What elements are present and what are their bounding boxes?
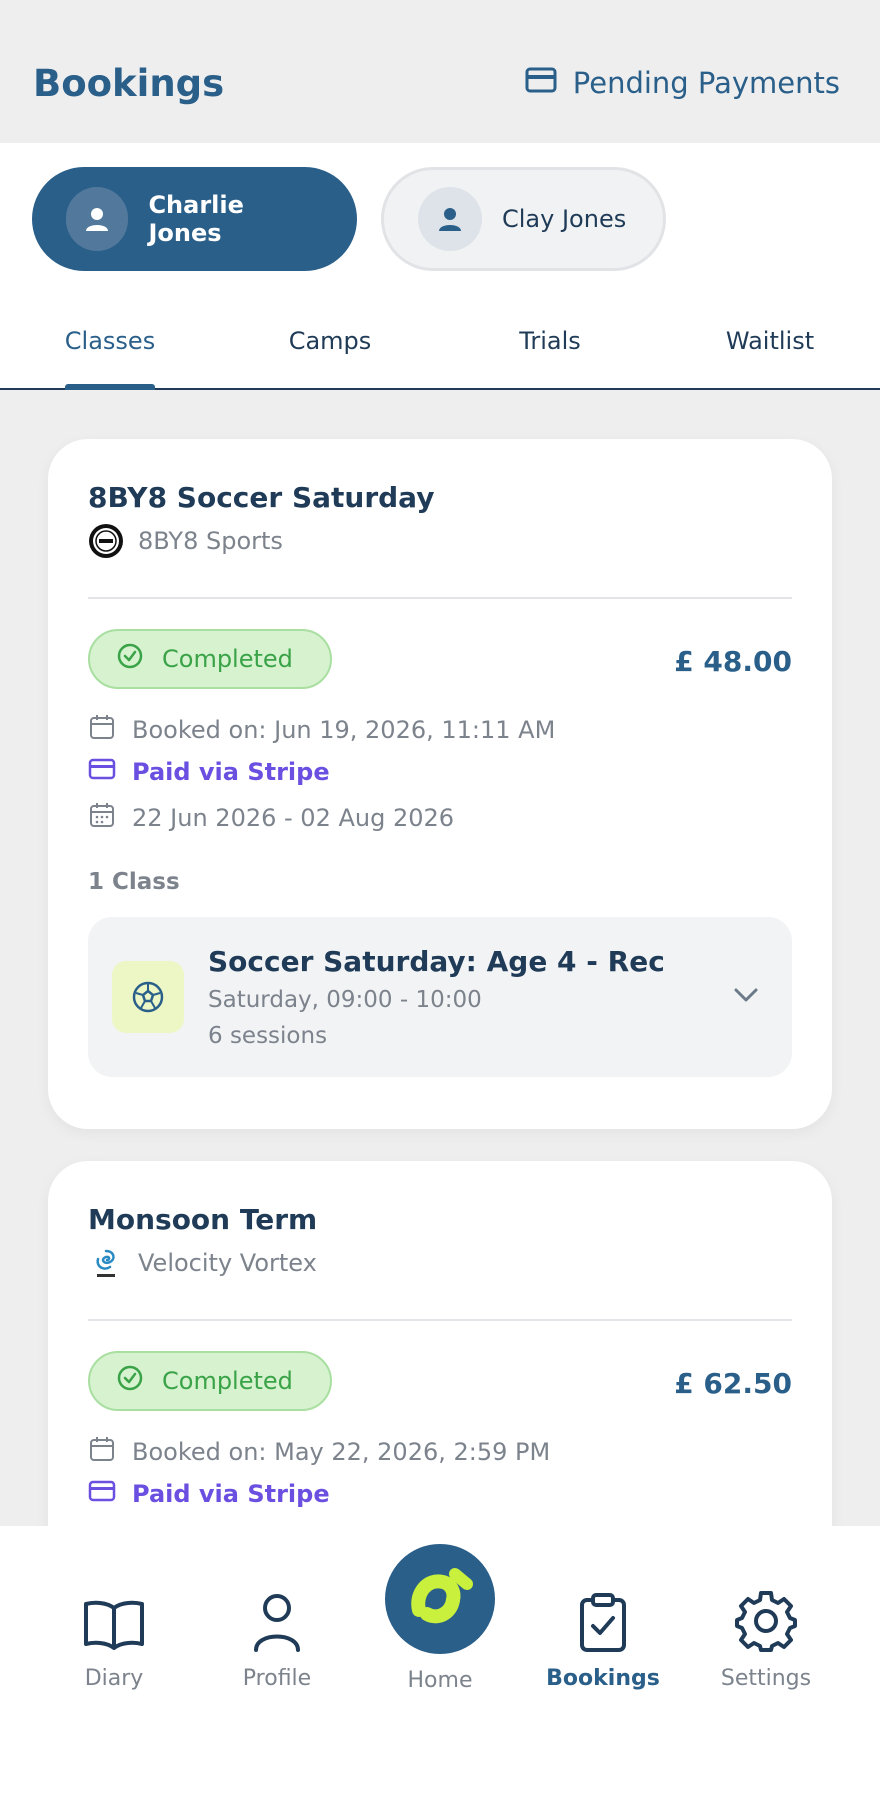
- provider-logo-icon: [88, 1245, 124, 1281]
- booked-on-text: Booked on: May 22, 2026, 2:59 PM: [132, 1438, 551, 1466]
- gear-icon: [696, 1586, 836, 1652]
- class-session-item[interactable]: Soccer Saturday: Age 4 - Rec Saturday, 0…: [88, 917, 792, 1077]
- page-title: Bookings: [33, 62, 225, 105]
- provider-row: 8BY8 Sports: [88, 523, 283, 559]
- person-icon: [418, 187, 482, 251]
- date-range-text: 22 Jun 2026 - 02 Aug 2026: [132, 804, 455, 832]
- app-header: Bookings Pending Payments: [0, 0, 880, 143]
- child-name: Charlie Jones: [148, 191, 244, 247]
- tab-classes[interactable]: Classes: [0, 303, 220, 390]
- calendar-icon: [88, 1435, 116, 1469]
- payment-text: Paid via Stripe: [132, 1480, 330, 1508]
- clipboard-check-icon: [533, 1586, 673, 1652]
- soccer-ball-icon: [112, 961, 184, 1033]
- booked-on-text: Booked on: Jun 19, 2026, 11:11 AM: [132, 716, 556, 744]
- status-label: Completed: [162, 645, 293, 673]
- divider: [88, 1319, 792, 1321]
- status-badge: Completed: [88, 629, 332, 689]
- payment-row: Paid via Stripe: [88, 757, 330, 787]
- provider-name: Velocity Vortex: [138, 1249, 317, 1277]
- booking-tabs: Classes Camps Trials Waitlist: [0, 303, 880, 390]
- check-circle-icon: [116, 642, 144, 676]
- provider-name: 8BY8 Sports: [138, 527, 283, 555]
- home-logo-icon: [397, 1554, 483, 1644]
- nav-bookings-label: Bookings: [546, 1666, 660, 1691]
- nav-diary-label: Diary: [84, 1666, 144, 1691]
- nav-diary[interactable]: Diary: [44, 1586, 184, 1691]
- nav-profile-label: Profile: [242, 1666, 312, 1691]
- user-icon: [207, 1586, 347, 1652]
- nav-bookings[interactable]: Bookings: [533, 1586, 673, 1691]
- child-chip-charlie[interactable]: Charlie Jones: [32, 167, 357, 271]
- child-name: Clay Jones: [502, 205, 627, 233]
- provider-row: Velocity Vortex: [88, 1245, 317, 1281]
- person-icon: [66, 187, 129, 251]
- booked-on-row: Booked on: Jun 19, 2026, 11:11 AM: [88, 713, 555, 747]
- tab-camps[interactable]: Camps: [220, 303, 440, 390]
- nav-home-label: Home: [407, 1668, 473, 1693]
- session-count: 6 sessions: [208, 1023, 328, 1049]
- nav-profile[interactable]: Profile: [207, 1586, 347, 1691]
- payment-row: Paid via Stripe: [88, 1479, 330, 1509]
- credit-card-icon: [88, 1479, 116, 1509]
- booked-on-row: Booked on: May 22, 2026, 2:59 PM: [88, 1435, 550, 1469]
- divider: [88, 597, 792, 599]
- nav-settings-label: Settings: [720, 1666, 812, 1691]
- date-range-row: 22 Jun 2026 - 02 Aug 2026: [88, 801, 454, 835]
- provider-logo-icon: [88, 523, 124, 559]
- status-label: Completed: [162, 1367, 293, 1395]
- payment-text: Paid via Stripe: [132, 758, 330, 786]
- nav-home-button[interactable]: [385, 1544, 495, 1654]
- tab-waitlist[interactable]: Waitlist: [660, 303, 880, 390]
- nav-settings[interactable]: Settings: [696, 1586, 836, 1691]
- credit-card-icon: [88, 757, 116, 787]
- booking-title: 8BY8 Soccer Saturday: [88, 481, 435, 514]
- booking-card[interactable]: 8BY8 Soccer Saturday 8BY8 Sports Complet…: [48, 439, 832, 1129]
- class-count: 1 Class: [88, 869, 180, 895]
- child-chip-clay[interactable]: Clay Jones: [381, 167, 666, 271]
- session-time: Saturday, 09:00 - 10:00: [208, 987, 482, 1013]
- child-and-tab-section: Charlie Jones Clay Jones Classes Camps T…: [0, 143, 880, 390]
- bookings-list[interactable]: 8BY8 Soccer Saturday 8BY8 Sports Complet…: [0, 390, 880, 1526]
- session-name: Soccer Saturday: Age 4 - Rec: [208, 945, 665, 978]
- calendar-dates-icon: [88, 801, 116, 835]
- book-icon: [44, 1586, 184, 1652]
- booking-price: £ 48.00: [674, 645, 792, 678]
- pending-payments-button[interactable]: Pending Payments: [525, 66, 840, 100]
- credit-card-icon: [525, 66, 557, 100]
- booking-price: £ 62.50: [674, 1367, 792, 1400]
- booking-title: Monsoon Term: [88, 1203, 318, 1236]
- calendar-icon: [88, 713, 116, 747]
- tab-trials[interactable]: Trials: [440, 303, 660, 390]
- chevron-down-icon[interactable]: [732, 983, 760, 1011]
- check-circle-icon: [116, 1364, 144, 1398]
- pending-payments-label: Pending Payments: [572, 66, 840, 100]
- status-badge: Completed: [88, 1351, 332, 1411]
- booking-card[interactable]: Monsoon Term Velocity Vortex Completed £…: [48, 1161, 832, 1526]
